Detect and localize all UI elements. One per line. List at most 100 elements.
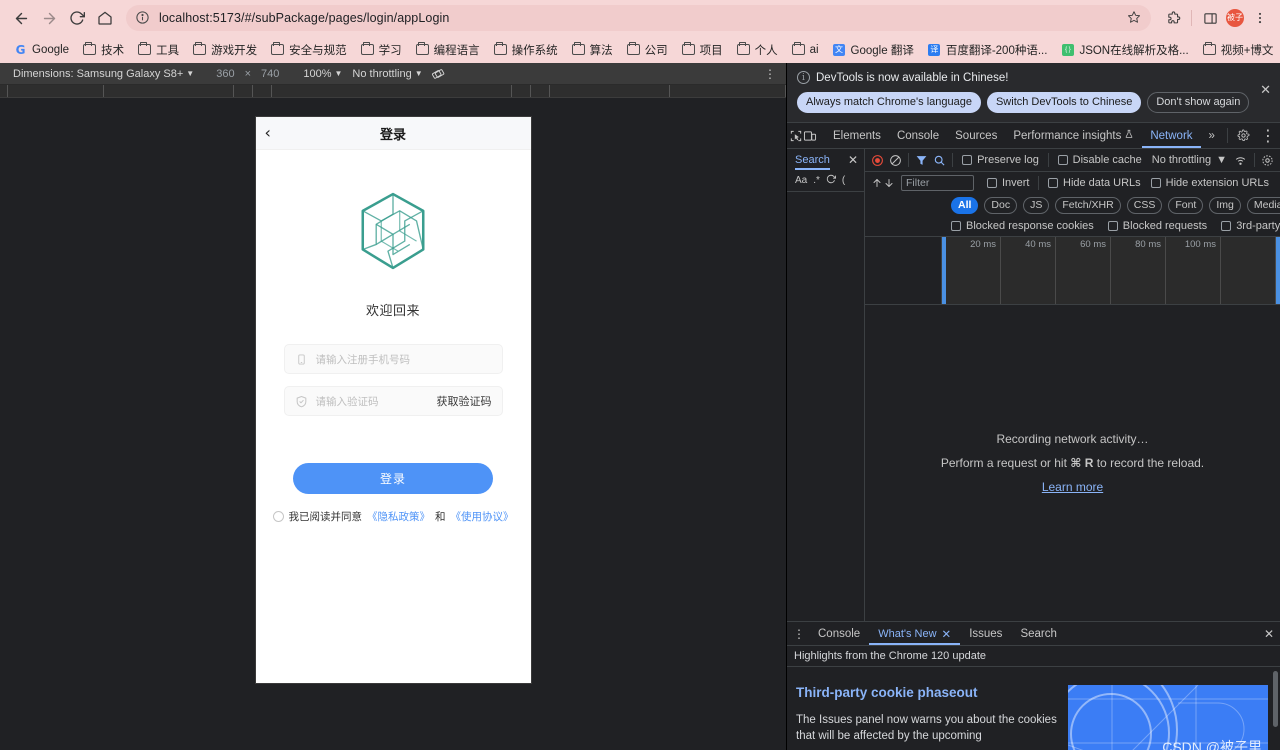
tab-network[interactable]: Network [1142, 123, 1200, 148]
bookmark-item[interactable]: 工具 [131, 40, 186, 60]
blocked-response-cookies-checkbox[interactable] [951, 221, 961, 231]
type-filter-js[interactable]: JS [1023, 196, 1050, 214]
three-dot-menu-icon[interactable]: ⋮ [762, 67, 778, 81]
gear-icon[interactable] [1232, 124, 1256, 148]
close-icon[interactable]: ✕ [848, 153, 858, 167]
type-filter-font[interactable]: Font [1168, 196, 1204, 214]
invert-checkbox[interactable] [986, 178, 997, 188]
clear-icon[interactable]: ( [842, 175, 845, 186]
three-dot-menu-icon[interactable]: ⋮ [1256, 124, 1280, 148]
type-filter-css[interactable]: CSS [1126, 196, 1163, 214]
device-width-input[interactable]: 360 [211, 68, 239, 80]
drawer-tab-whats-new[interactable]: What's New ✕ [869, 622, 960, 645]
disable-cache-checkbox[interactable] [1057, 155, 1068, 165]
bookmark-item[interactable]: 公司 [620, 40, 675, 60]
type-filter-fetch-xhr[interactable]: Fetch/XHR [1055, 196, 1121, 214]
more-tabs-chevron-icon[interactable]: » [1201, 123, 1223, 148]
blocked-response-cookies-toggle[interactable]: Blocked response cookies [951, 220, 1094, 232]
reload-icon[interactable] [64, 5, 90, 31]
bookmark-item[interactable]: 安全与规范 [264, 40, 354, 60]
bookmark-item[interactable]: 编程语言 [409, 40, 487, 60]
preserve-log-checkbox[interactable] [962, 155, 973, 165]
inspect-element-icon[interactable] [789, 124, 803, 148]
bookmark-item[interactable]: 视频+博文 [1196, 40, 1280, 60]
clear-network-icon[interactable] [887, 149, 905, 171]
login-button[interactable]: 登录 [293, 463, 493, 494]
bookmark-item[interactable]: 游戏开发 [186, 40, 264, 60]
regex-icon[interactable]: .* [813, 175, 820, 186]
third-party-requests-toggle[interactable]: 3rd-party requests [1221, 220, 1280, 232]
device-toolbar-icon[interactable] [803, 124, 817, 148]
preserve-log-toggle[interactable]: Preserve log [957, 154, 1044, 166]
network-overview-timeline[interactable]: 20 ms 40 ms 60 ms 80 ms 100 ms [865, 237, 1280, 305]
agreement-checkbox[interactable] [272, 511, 284, 522]
refresh-icon[interactable] [826, 174, 836, 187]
bookmark-item[interactable]: 项目 [675, 40, 730, 60]
type-filter-media[interactable]: Media [1246, 196, 1280, 214]
bookmark-star-icon[interactable] [1123, 10, 1145, 27]
bookmark-item[interactable]: 个人 [730, 40, 785, 60]
address-bar[interactable]: localhost:5173/#/subPackage/pages/login/… [126, 5, 1151, 31]
tab-console[interactable]: Console [889, 123, 947, 148]
search-pane-title[interactable]: Search [795, 149, 830, 170]
back-arrow-icon[interactable] [8, 5, 34, 31]
avatar[interactable]: 被子 [1223, 6, 1247, 30]
dont-show-again-button[interactable]: Don't show again [1147, 92, 1250, 113]
device-height-input[interactable]: 740 [256, 68, 284, 80]
bookmark-item[interactable]: 技术 [76, 40, 131, 60]
third-party-requests-checkbox[interactable] [1221, 221, 1232, 231]
zoom-select[interactable]: 100% ▼ [298, 68, 347, 80]
close-icon[interactable]: ✕ [1260, 82, 1271, 98]
overview-track[interactable]: 20 ms 40 ms 60 ms 80 ms 100 ms [942, 237, 1280, 304]
hide-data-urls-toggle[interactable]: Hide data URLs [1043, 177, 1146, 189]
phone-number-field[interactable]: 请输入注册手机号码 [283, 344, 503, 374]
drawer-scrollbar[interactable] [1272, 667, 1279, 750]
hide-extension-urls-checkbox[interactable] [1150, 178, 1161, 188]
bookmark-item[interactable]: G Google [7, 41, 76, 58]
disable-cache-toggle[interactable]: Disable cache [1053, 154, 1147, 166]
rotate-device-icon[interactable] [428, 67, 448, 81]
info-circle-icon[interactable] [135, 10, 151, 26]
import-har-icon[interactable] [871, 172, 883, 194]
privacy-policy-link[interactable]: 《隐私政策》 [367, 509, 430, 524]
bookmark-item[interactable]: ai [785, 41, 826, 58]
type-filter-img[interactable]: Img [1209, 196, 1241, 214]
bookmark-item[interactable]: 算法 [565, 40, 620, 60]
get-code-button[interactable]: 获取验证码 [437, 393, 492, 409]
export-har-icon[interactable] [883, 172, 895, 194]
tab-performance-insights[interactable]: Performance insights [1005, 123, 1142, 148]
blocked-requests-checkbox[interactable] [1107, 221, 1118, 231]
network-filter-input[interactable]: Filter [901, 175, 974, 191]
search-magnifier-icon[interactable] [931, 149, 949, 171]
side-panel-icon[interactable] [1198, 6, 1222, 30]
drawer-close-icon[interactable]: ✕ [1264, 627, 1274, 641]
forward-arrow-icon[interactable] [36, 5, 62, 31]
hide-data-urls-checkbox[interactable] [1048, 178, 1058, 188]
device-breakpoint-ruler[interactable] [0, 85, 786, 98]
device-dimensions-select[interactable]: Dimensions: Samsung Galaxy S8+ ▼ [8, 68, 199, 80]
drawer-tab-console[interactable]: Console [809, 622, 869, 645]
bookmark-item[interactable]: 文 Google 翻译 [826, 40, 921, 60]
user-agreement-link[interactable]: 《使用协议》 [451, 509, 514, 524]
home-icon[interactable] [92, 5, 118, 31]
throttling-select[interactable]: No throttling ▼ [347, 68, 427, 80]
hide-extension-urls-toggle[interactable]: Hide extension URLs [1146, 177, 1274, 189]
bookmark-item[interactable]: 学习 [354, 40, 409, 60]
blocked-requests-toggle[interactable]: Blocked requests [1107, 220, 1207, 232]
verification-code-field[interactable]: 请输入验证码 获取验证码 [283, 386, 503, 416]
bookmark-item[interactable]: { } JSON在线解析及格... [1054, 40, 1195, 60]
extensions-puzzle-icon[interactable] [1161, 6, 1185, 30]
tab-elements[interactable]: Elements [825, 123, 889, 148]
tab-sources[interactable]: Sources [947, 123, 1005, 148]
invert-toggle[interactable]: Invert [982, 177, 1035, 189]
three-dot-menu-icon[interactable]: ⋮ [789, 627, 809, 641]
match-case-icon[interactable]: Aa [795, 175, 807, 186]
type-filter-all[interactable]: All [951, 196, 979, 214]
network-conditions-icon[interactable] [1232, 149, 1250, 171]
three-dot-menu-icon[interactable] [1248, 6, 1272, 30]
always-match-language-button[interactable]: Always match Chrome's language [797, 92, 981, 113]
gear-icon[interactable] [1258, 149, 1276, 171]
bookmark-item[interactable]: 译百度翻译-200种语... [921, 40, 1055, 60]
close-icon[interactable]: ✕ [942, 627, 952, 641]
record-stop-icon[interactable] [869, 149, 887, 171]
